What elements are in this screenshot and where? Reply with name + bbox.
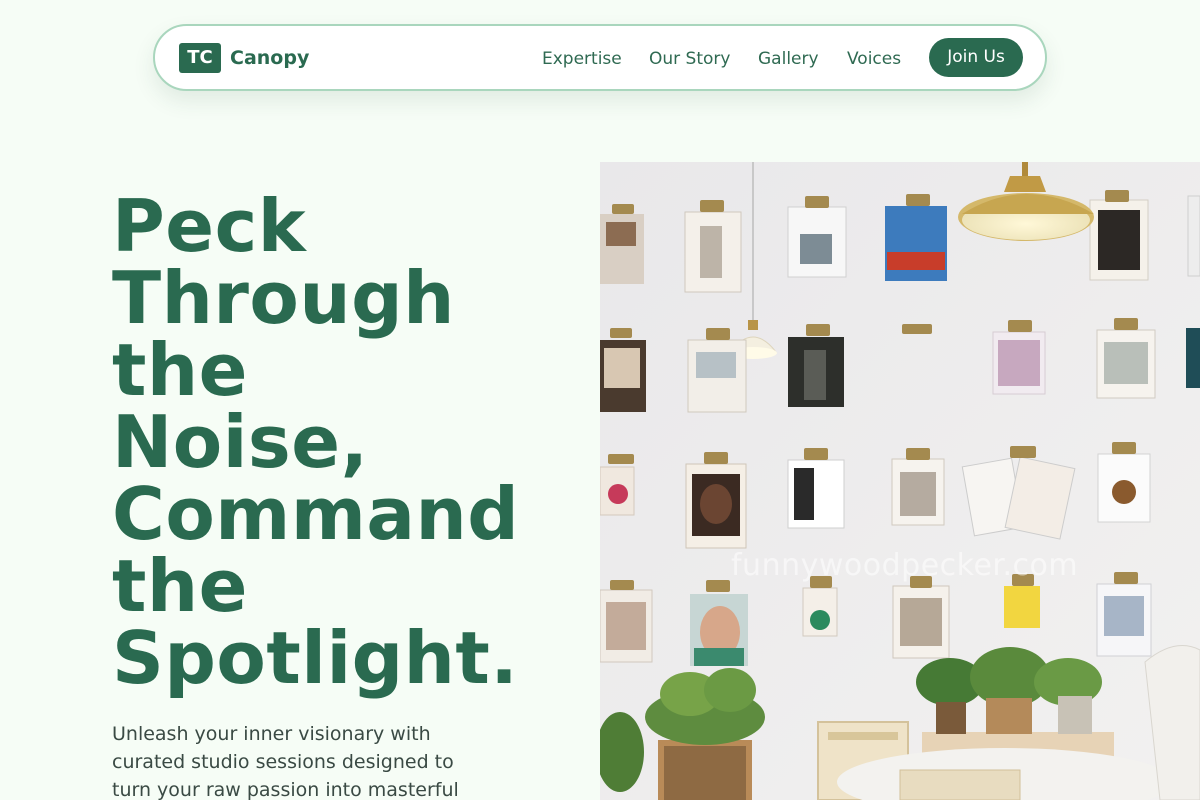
hero-subtitle-line: Unleash your inner visionary with bbox=[112, 723, 431, 745]
hero-title-line: the bbox=[112, 328, 249, 412]
hero-title: Peck Through the Noise, Command the Spot… bbox=[112, 190, 582, 694]
studio-wall-illustration bbox=[600, 162, 1200, 800]
hero-title-line: Spotlight. bbox=[112, 616, 519, 700]
hero-image: funnywoodpecker.com bbox=[600, 162, 1200, 800]
join-us-button[interactable]: Join Us bbox=[929, 38, 1023, 77]
hero-subtitle-line: turn your raw passion into masterful bbox=[112, 779, 459, 800]
nav-link-our-story[interactable]: Our Story bbox=[649, 48, 730, 70]
brand-name[interactable]: Canopy bbox=[230, 46, 309, 70]
image-watermark: funnywoodpecker.com bbox=[731, 548, 1079, 583]
top-navbar: TC Canopy Expertise Our Story Gallery Vo… bbox=[153, 24, 1047, 91]
hero-subtitle-line: curated studio sessions designed to bbox=[112, 751, 454, 773]
nav-link-expertise[interactable]: Expertise bbox=[542, 48, 622, 70]
hero-title-line: Peck bbox=[112, 184, 307, 268]
nav-link-gallery[interactable]: Gallery bbox=[758, 48, 819, 70]
hero-title-line: Noise, bbox=[112, 400, 369, 484]
nav-link-voices[interactable]: Voices bbox=[847, 48, 901, 70]
hero-title-line: Through bbox=[112, 256, 455, 340]
hero-title-line: the bbox=[112, 544, 249, 628]
hero-title-line: Command bbox=[112, 472, 520, 556]
hero-subtitle: Unleash your inner visionary with curate… bbox=[112, 720, 492, 800]
logo-badge[interactable]: TC bbox=[179, 43, 221, 73]
